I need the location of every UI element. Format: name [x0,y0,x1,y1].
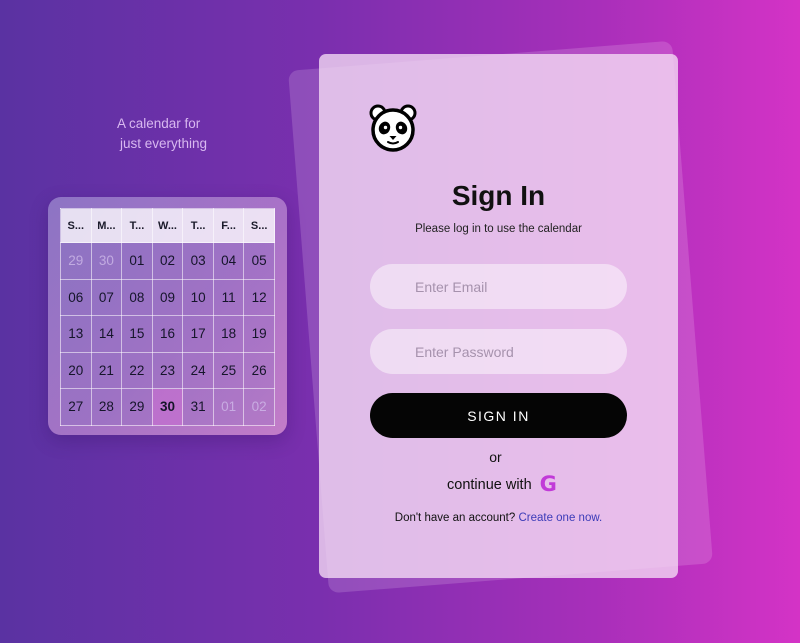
calendar-week: 06 07 08 09 10 11 12 [60,278,275,316]
weekday-wednesday: W... [151,208,184,243]
calendar-day[interactable]: 04 [212,242,245,280]
calendar-day[interactable]: 06 [60,278,92,316]
continue-with-google[interactable]: continue with G [447,474,557,495]
tagline: A calendar for just everything [117,114,247,153]
signin-card: Sign In Please log in to use the calenda… [319,54,678,578]
calendar-day[interactable]: 08 [121,278,153,316]
weekday-tuesday: T... [121,208,153,243]
calendar-week: 29 30 01 02 03 04 05 [60,242,275,280]
create-account-link[interactable]: Create one now. [518,512,602,524]
signin-button[interactable]: SIGN IN [370,393,627,438]
calendar-day-today[interactable]: 30 [151,388,184,426]
calendar-week: 27 28 29 30 31 01 02 [60,388,275,426]
calendar-day[interactable]: 29 [60,242,92,280]
tagline-line1: A calendar for [117,116,201,131]
calendar-day[interactable]: 20 [60,351,92,389]
calendar-day[interactable]: 29 [121,388,153,426]
tagline-line2: just everything [120,135,208,151]
calendar-day[interactable]: 26 [243,351,275,389]
calendar-day[interactable]: 19 [243,315,275,353]
weekday-sunday: S... [60,208,92,243]
calendar-day[interactable]: 22 [121,351,153,389]
calendar-day[interactable]: 05 [243,242,275,280]
calendar-day[interactable]: 07 [90,278,123,316]
weekday-friday: F... [212,208,245,243]
weekday-saturday: S... [243,208,275,243]
weekday-thursday: T... [182,208,214,243]
calendar-day[interactable]: 21 [90,351,123,389]
calendar-day[interactable]: 01 [212,388,245,426]
calendar-table: S... M... T... W... T... F... S... 29 30… [60,208,275,426]
page-subtitle: Please log in to use the calendar [415,223,582,235]
weekday-header-row: S... M... T... W... T... F... S... [60,208,275,243]
calendar-day[interactable]: 28 [90,388,123,426]
email-field[interactable] [370,264,627,309]
signup-prompt: Don't have an account? Create one now. [319,512,678,524]
calendar-day[interactable]: 10 [182,278,214,316]
weekday-monday: M... [90,208,123,243]
calendar-day[interactable]: 27 [60,388,92,426]
calendar-day[interactable]: 11 [212,278,245,316]
calendar-day[interactable]: 31 [182,388,214,426]
calendar-day[interactable]: 09 [151,278,184,316]
calendar-day[interactable]: 23 [151,351,184,389]
calendar-day[interactable]: 17 [182,315,214,353]
calendar-day[interactable]: 02 [243,388,275,426]
calendar-day[interactable]: 18 [212,315,245,353]
calendar-day[interactable]: 25 [212,351,245,389]
calendar-widget: S... M... T... W... T... F... S... 29 30… [48,197,287,435]
google-icon[interactable]: G [540,474,557,495]
page-title: Sign In [451,180,546,211]
calendar-day[interactable]: 12 [243,278,275,316]
calendar-day[interactable]: 15 [121,315,153,353]
panda-icon [369,104,417,152]
password-field[interactable] [370,329,627,374]
continue-with-label: continue with [447,476,532,493]
calendar-week: 20 21 22 23 24 25 26 [60,351,275,389]
calendar-day[interactable]: 14 [90,315,123,353]
calendar-day[interactable]: 24 [182,351,214,389]
or-divider-text: or [489,449,502,465]
calendar-week: 13 14 15 16 17 18 19 [60,315,275,353]
calendar-day[interactable]: 01 [121,242,153,280]
calendar-day[interactable]: 13 [60,315,92,353]
no-account-text: Don't have an account? [394,512,516,524]
calendar-day[interactable]: 30 [90,242,123,280]
calendar-day[interactable]: 16 [151,315,184,353]
calendar-day[interactable]: 03 [182,242,214,280]
calendar-day[interactable]: 02 [151,242,184,280]
